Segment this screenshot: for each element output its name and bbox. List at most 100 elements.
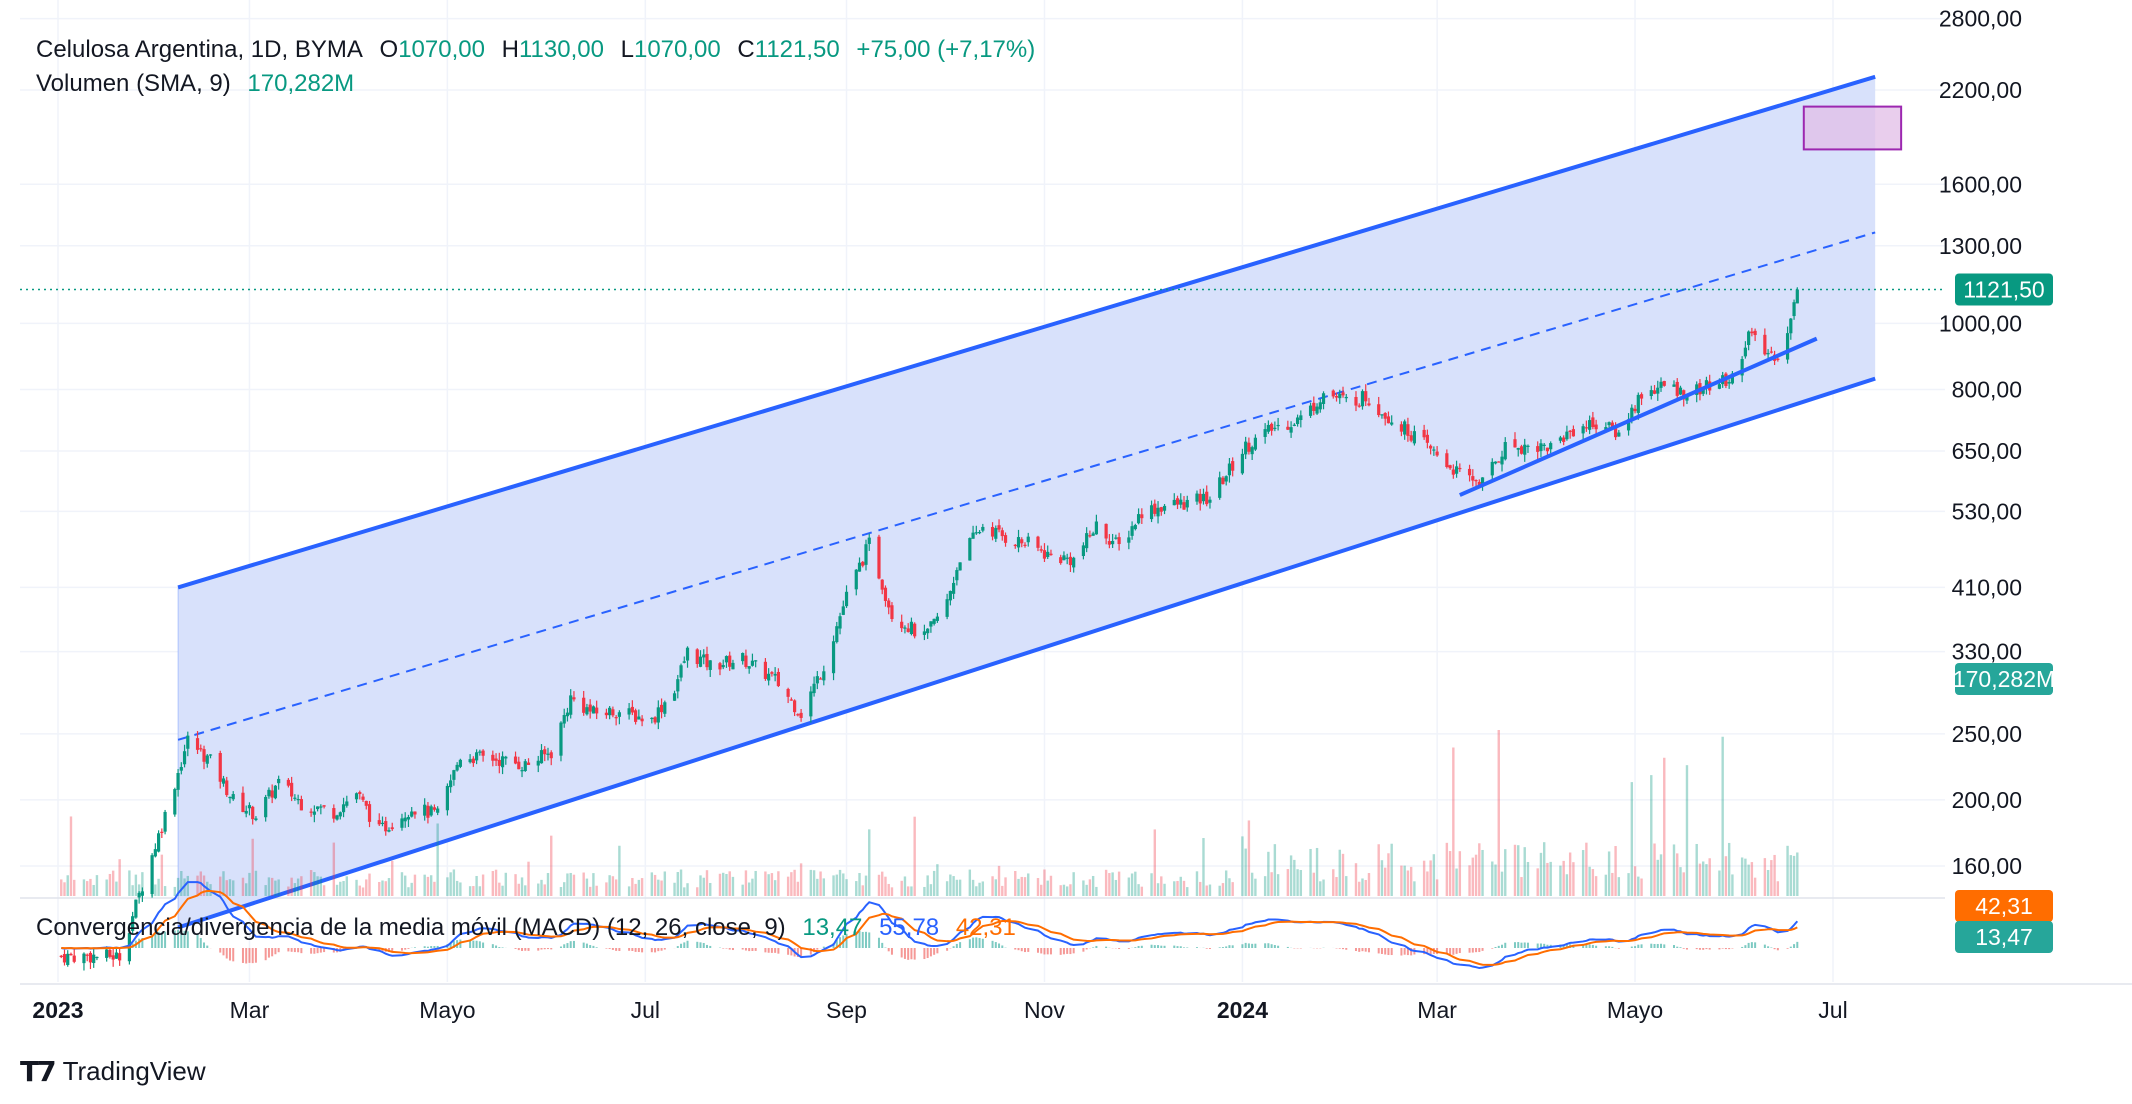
macd-hist-bar — [709, 945, 712, 948]
candle-body — [705, 653, 709, 668]
volume-bar — [1224, 870, 1228, 896]
macd-hist-bar — [1663, 944, 1666, 948]
volume-bar — [1117, 871, 1121, 896]
candle-body — [1357, 405, 1361, 407]
candle-body — [1117, 537, 1121, 545]
candle-body — [1588, 420, 1592, 430]
candle-body — [504, 756, 508, 759]
candle-body — [69, 953, 73, 956]
candle-body — [1270, 423, 1274, 431]
volume-bar — [913, 816, 916, 896]
candle-body — [1769, 351, 1773, 353]
macd-hist-bar — [550, 948, 553, 950]
candle-body — [702, 654, 706, 658]
volume-bar — [501, 885, 504, 896]
macd-hist-bar — [887, 948, 890, 952]
candle-body — [1140, 514, 1144, 519]
macd-hist-bar — [1767, 946, 1770, 948]
volume-bar — [345, 876, 349, 896]
volume-bar — [709, 882, 712, 896]
candle-body — [293, 797, 297, 799]
candle-body — [1088, 535, 1092, 537]
candle-body — [526, 762, 531, 765]
candle-body — [1471, 476, 1475, 481]
candle-body — [241, 792, 245, 813]
volume-bar — [822, 878, 826, 896]
macd-hist-bar — [478, 941, 481, 948]
tradingview-brand[interactable]: 𝗧𝟳 TradingView — [20, 1055, 206, 1088]
macd-hist-bar — [1523, 942, 1526, 948]
volume-bar — [796, 881, 800, 896]
volume-bar — [1637, 876, 1640, 896]
volume-bar — [1585, 842, 1588, 896]
volume-bar — [842, 873, 845, 896]
candle-body — [1519, 446, 1524, 454]
candle-body — [513, 756, 518, 764]
candle-body — [1208, 499, 1212, 503]
volume-bar — [1426, 871, 1429, 896]
candle-body — [1049, 553, 1053, 556]
macd-hist-bar — [1183, 947, 1186, 948]
volume-bar — [1036, 878, 1040, 896]
volume-bar — [1663, 757, 1666, 896]
macd-hist-bar — [1786, 948, 1789, 949]
volume-bar — [1140, 886, 1144, 896]
volume-bar — [355, 879, 358, 896]
volume-bar — [1549, 861, 1552, 896]
candle-body — [205, 755, 209, 764]
volume-bar — [433, 881, 436, 896]
candle-body — [1558, 437, 1563, 441]
volume-bar — [634, 883, 637, 896]
volume-bar — [387, 878, 391, 896]
volume-bar — [332, 842, 336, 896]
volume-bar — [1062, 884, 1066, 896]
candle-body — [948, 590, 952, 601]
time-tick-label: Mar — [1417, 997, 1457, 1023]
volume-bar — [232, 880, 235, 896]
macd-hist-bar — [498, 947, 501, 948]
volume-bar — [550, 835, 553, 896]
candle-body — [617, 712, 621, 717]
candle-body — [264, 796, 268, 818]
candle-body — [1656, 387, 1660, 394]
volume-bar — [1406, 870, 1410, 896]
volume-label[interactable]: Volumen (SMA, 9) — [36, 70, 231, 97]
candle-body — [1286, 426, 1290, 430]
volume-bar — [653, 874, 657, 896]
candle-body — [491, 754, 495, 761]
macd-hist-bar — [1744, 945, 1747, 948]
candle-body — [1312, 402, 1316, 411]
macd-hist-bar — [1763, 944, 1766, 948]
macd-hist-bar — [1653, 943, 1656, 948]
candle-body — [1458, 467, 1462, 470]
macd-hist-bar — [1501, 944, 1504, 948]
volume-bar — [1338, 849, 1341, 896]
symbol-label[interactable]: Celulosa Argentina, 1D, BYMA — [36, 36, 363, 63]
volume-bar — [1156, 883, 1160, 896]
volume-bar — [728, 871, 731, 896]
candle-body — [1607, 422, 1611, 426]
macd-hist-bar — [1384, 948, 1387, 955]
candle-body — [1678, 387, 1683, 395]
macd-hist-bar — [267, 948, 270, 958]
macd-hist-bar — [1361, 948, 1364, 952]
macd-hist-bar — [952, 946, 955, 948]
volume-bar — [1724, 856, 1728, 896]
macd-hist-bar — [725, 948, 728, 949]
volume-bar — [368, 873, 371, 896]
macd-hist-bar — [1218, 947, 1221, 948]
volume-bar — [1114, 879, 1118, 896]
macd-hist-bar — [1776, 948, 1779, 951]
volume-bar — [296, 878, 300, 896]
volume-bar — [809, 869, 813, 896]
macd-hist-bar — [1494, 946, 1497, 948]
candle-body — [520, 770, 524, 772]
volume-bar — [1640, 878, 1643, 896]
volume-bar — [1023, 877, 1027, 896]
volume-bar — [1085, 884, 1088, 896]
macd-label[interactable]: Convergencia/divergencia de la media móv… — [36, 914, 786, 941]
candle-body — [286, 779, 290, 786]
candle-body — [1360, 391, 1365, 407]
volume-bar — [186, 875, 189, 896]
macd-hist-bar — [404, 948, 407, 950]
